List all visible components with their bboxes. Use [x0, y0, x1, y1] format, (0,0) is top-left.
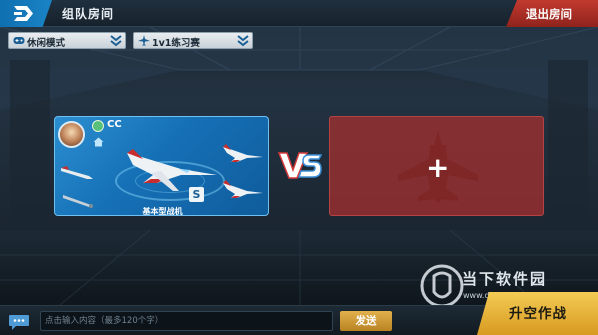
back-button[interactable] [0, 0, 52, 27]
avatar[interactable] [58, 121, 85, 148]
mode-dropdown-label: 休闲模式 [27, 38, 66, 49]
skin-button[interactable]: S [189, 187, 204, 202]
player-card[interactable]: CC S 基本型战机 [54, 116, 269, 216]
launch-battle-button[interactable]: 升空作战 [477, 292, 598, 335]
exit-room-label: 退出房间 [526, 7, 572, 21]
home-icon [93, 137, 104, 147]
exit-room-button[interactable]: 退出房间 [506, 0, 598, 27]
top-bar: 组队房间 退出房间 [0, 0, 598, 27]
watermark-text: 当下软件园 [462, 270, 548, 288]
plane-icon [138, 35, 150, 46]
player-name: CC [107, 119, 122, 130]
gamepad-icon [13, 37, 25, 44]
chevron-down-icon [237, 35, 249, 47]
match-type-dropdown-label: 1v1练习赛 [152, 38, 200, 49]
match-type-dropdown[interactable]: 1v1练习赛 [133, 32, 253, 49]
chevron-down-icon [110, 35, 122, 47]
mode-dropdown[interactable]: 休闲模式 [8, 32, 126, 49]
chat-bubble-icon[interactable] [8, 313, 30, 331]
back-logo-icon [14, 6, 33, 21]
launch-battle-label: 升空作战 [509, 306, 567, 322]
escort-fighter-icon[interactable] [221, 175, 265, 203]
rank-badge-icon [92, 120, 104, 132]
escort-fighter-icon[interactable] [221, 139, 265, 167]
chat-input[interactable]: 点击输入内容（最多120个字） [40, 311, 333, 331]
vs-icon [277, 152, 323, 179]
empty-opponent-slot[interactable]: + [329, 116, 544, 216]
missile-item-icon[interactable] [59, 163, 99, 183]
plane-name: 基本型战机 [142, 207, 183, 216]
page-title: 组队房间 [62, 7, 115, 21]
main-fighter-icon [127, 149, 217, 191]
add-player-button[interactable]: + [426, 151, 449, 184]
send-button[interactable]: 发送 [340, 311, 392, 331]
